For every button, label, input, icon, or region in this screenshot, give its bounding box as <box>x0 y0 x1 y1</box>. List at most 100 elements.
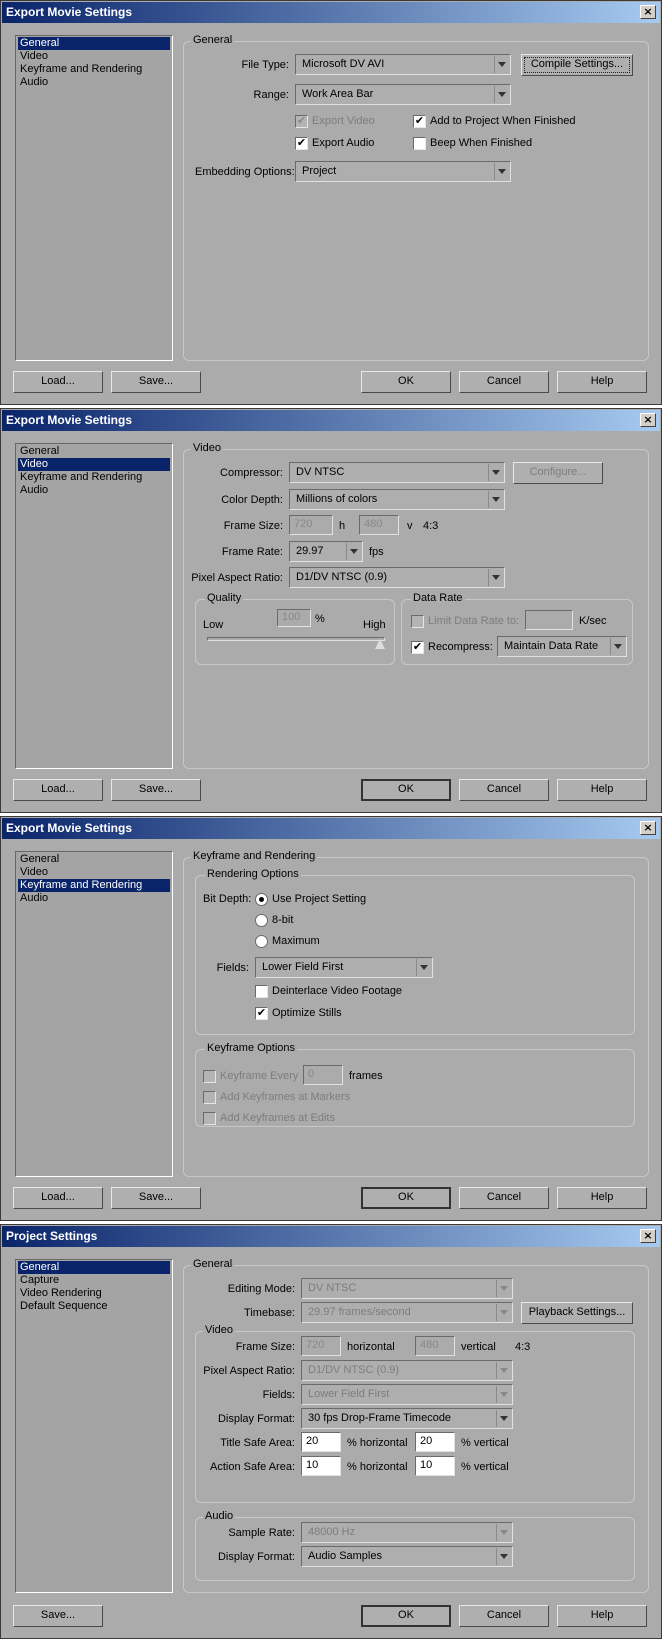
configure-button[interactable]: Configure... <box>513 462 603 484</box>
load-button[interactable]: Load... <box>13 371 103 393</box>
frame-width-input[interactable]: 720 <box>289 515 333 535</box>
close-button[interactable]: × <box>640 5 656 19</box>
title-bar[interactable]: Export Movie Settings × <box>2 818 660 839</box>
beep-when-finished-checkbox[interactable] <box>413 137 426 150</box>
frame-rate-dropdown[interactable]: 29.97 <box>289 541 363 562</box>
keyframes-at-markers-checkbox[interactable] <box>203 1091 216 1104</box>
editing-mode-dropdown[interactable]: DV NTSC <box>301 1278 513 1299</box>
eight-bit-radio[interactable] <box>255 914 268 927</box>
chevron-down-icon <box>496 1524 511 1541</box>
category-item-general[interactable]: General <box>18 445 170 458</box>
load-button[interactable]: Load... <box>13 1187 103 1209</box>
category-list[interactable]: General Video Keyframe and Rendering Aud… <box>15 35 173 361</box>
save-button[interactable]: Save... <box>13 1605 103 1627</box>
cancel-button[interactable]: Cancel <box>459 1605 549 1627</box>
keyframe-interval-input[interactable]: 0 <box>303 1065 343 1085</box>
range-dropdown[interactable]: Work Area Bar <box>295 84 511 105</box>
limit-data-rate-label: Limit Data Rate to: <box>428 615 520 627</box>
sample-rate-dropdown[interactable]: 48000 Hz <box>301 1522 513 1543</box>
category-item-keyframe-rendering[interactable]: Keyframe and Rendering <box>18 471 170 484</box>
export-video-checkbox[interactable]: ✔ <box>295 115 308 128</box>
frame-width-input[interactable]: 720 <box>301 1336 341 1356</box>
close-button[interactable]: × <box>640 1229 656 1243</box>
load-button[interactable]: Load... <box>13 779 103 801</box>
category-item-video[interactable]: Video <box>18 458 170 471</box>
timebase-dropdown[interactable]: 29.97 frames/second <box>301 1302 513 1323</box>
category-item-video-rendering[interactable]: Video Rendering <box>18 1287 170 1300</box>
compile-settings-button[interactable]: Compile Settings... <box>521 54 633 76</box>
close-button[interactable]: × <box>640 821 656 835</box>
save-button[interactable]: Save... <box>111 779 201 801</box>
action-safe-horizontal-input[interactable]: 10 <box>301 1456 341 1476</box>
keyframes-at-edits-checkbox[interactable] <box>203 1112 216 1125</box>
category-item-default-sequence[interactable]: Default Sequence <box>18 1300 170 1313</box>
save-button[interactable]: Save... <box>111 371 201 393</box>
color-depth-dropdown[interactable]: Millions of colors <box>289 489 505 510</box>
category-item-general[interactable]: General <box>18 37 170 50</box>
ok-button[interactable]: OK <box>361 1187 451 1209</box>
ok-button[interactable]: OK <box>361 779 451 801</box>
help-button[interactable]: Help <box>557 1605 647 1627</box>
category-item-general[interactable]: General <box>18 1261 170 1274</box>
fields-dropdown[interactable]: Lower Field First <box>255 957 433 978</box>
title-bar[interactable]: Project Settings × <box>2 1226 660 1247</box>
category-item-audio[interactable]: Audio <box>18 76 170 89</box>
quality-slider-thumb[interactable] <box>375 639 385 649</box>
category-item-audio[interactable]: Audio <box>18 484 170 497</box>
maximum-radio[interactable] <box>255 935 268 948</box>
category-item-video[interactable]: Video <box>18 866 170 879</box>
help-button[interactable]: Help <box>557 1187 647 1209</box>
audio-display-format-dropdown[interactable]: Audio Samples <box>301 1546 513 1567</box>
file-type-dropdown[interactable]: Microsoft DV AVI <box>295 54 511 75</box>
display-format-dropdown[interactable]: 30 fps Drop-Frame Timecode <box>301 1408 513 1429</box>
quality-value-input[interactable]: 100 <box>277 609 311 627</box>
category-item-keyframe-rendering[interactable]: Keyframe and Rendering <box>18 63 170 76</box>
category-item-video[interactable]: Video <box>18 50 170 63</box>
cancel-button[interactable]: Cancel <box>459 779 549 801</box>
action-safe-vertical-input[interactable]: 10 <box>415 1456 455 1476</box>
limit-data-rate-checkbox[interactable] <box>411 615 424 628</box>
chevron-down-icon <box>488 569 503 586</box>
title-safe-horizontal-input[interactable]: 20 <box>301 1432 341 1452</box>
deinterlace-checkbox[interactable] <box>255 985 268 998</box>
save-button[interactable]: Save... <box>111 1187 201 1209</box>
pixel-aspect-ratio-dropdown[interactable]: D1/DV NTSC (0.9) <box>289 567 505 588</box>
quality-group-label: Quality <box>205 592 244 604</box>
embedding-options-dropdown[interactable]: Project <box>295 161 511 182</box>
title-bar[interactable]: Export Movie Settings × <box>2 410 660 431</box>
chevron-down-icon <box>488 491 503 508</box>
ok-button[interactable]: OK <box>361 1605 451 1627</box>
frame-height-input[interactable]: 480 <box>415 1336 455 1356</box>
category-list[interactable]: General Video Keyframe and Rendering Aud… <box>15 851 173 1177</box>
frame-height-input[interactable]: 480 <box>359 515 399 535</box>
recompress-checkbox[interactable]: ✔ <box>411 641 424 654</box>
category-list[interactable]: General Video Keyframe and Rendering Aud… <box>15 443 173 769</box>
fields-value: Lower Field First <box>308 1388 390 1400</box>
title-safe-vertical-input[interactable]: 20 <box>415 1432 455 1452</box>
data-rate-input[interactable] <box>525 610 573 630</box>
close-button[interactable]: × <box>640 413 656 427</box>
category-item-audio[interactable]: Audio <box>18 892 170 905</box>
help-button[interactable]: Help <box>557 779 647 801</box>
category-item-general[interactable]: General <box>18 853 170 866</box>
playback-settings-button[interactable]: Playback Settings... <box>521 1302 633 1324</box>
fields-dropdown[interactable]: Lower Field First <box>301 1384 513 1405</box>
recompress-mode-dropdown[interactable]: Maintain Data Rate <box>497 636 627 657</box>
category-list[interactable]: General Capture Video Rendering Default … <box>15 1259 173 1593</box>
ok-button[interactable]: OK <box>361 371 451 393</box>
frame-aspect-label: 4:3 <box>423 520 439 532</box>
pixel-aspect-ratio-dropdown[interactable]: D1/DV NTSC (0.9) <box>301 1360 513 1381</box>
optimize-stills-checkbox[interactable]: ✔ <box>255 1007 268 1020</box>
export-audio-checkbox[interactable]: ✔ <box>295 137 308 150</box>
keyframe-every-checkbox[interactable] <box>203 1070 216 1083</box>
quality-percent-label: % <box>315 613 325 625</box>
cancel-button[interactable]: Cancel <box>459 371 549 393</box>
title-bar[interactable]: Export Movie Settings × <box>2 2 660 23</box>
use-project-setting-radio[interactable] <box>255 893 268 906</box>
compressor-dropdown[interactable]: DV NTSC <box>289 462 505 483</box>
add-to-project-checkbox[interactable]: ✔ <box>413 115 426 128</box>
help-button[interactable]: Help <box>557 371 647 393</box>
cancel-button[interactable]: Cancel <box>459 1187 549 1209</box>
category-item-capture[interactable]: Capture <box>18 1274 170 1287</box>
category-item-keyframe-rendering[interactable]: Keyframe and Rendering <box>18 879 170 892</box>
